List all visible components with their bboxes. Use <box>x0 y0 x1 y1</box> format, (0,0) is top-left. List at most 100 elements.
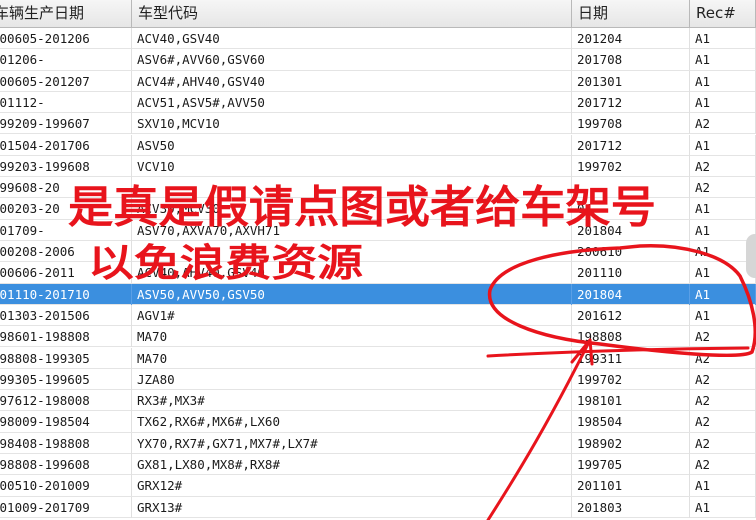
cell-model-code: ACV30,MCV30 <box>132 198 572 220</box>
cell-production-date: 198601-198808 <box>0 326 132 348</box>
cell-date: 198808 <box>572 326 690 348</box>
cell-production-date: 201303-201506 <box>0 304 132 326</box>
cell-model-code: GRX12# <box>132 475 572 497</box>
cell-model-code: MA70 <box>132 326 572 348</box>
column-header-model-code[interactable]: 车型代码 <box>132 0 572 27</box>
cell-model-code: SXV10,MCV10 <box>132 113 572 135</box>
cell-model-code: AGV1# <box>132 304 572 326</box>
cell-model-code: VCV10 <box>132 155 572 177</box>
table-row[interactable]: 197612-198008 RX3#,MX3# 198101 A2 <box>0 390 756 412</box>
cell-production-date: 198408-198808 <box>0 432 132 454</box>
cell-date: 198101 <box>572 390 690 412</box>
cell-rec: A1 <box>690 475 756 497</box>
cell-date <box>572 177 690 199</box>
table-row[interactable]: 200203-20ACV30,MCV3004A1 <box>0 198 756 220</box>
cell-rec: A2 <box>690 326 756 348</box>
cell-production-date: 200510-201009 <box>0 475 132 497</box>
cell-model-code: YX70,RX7#,GX71,MX7#,LX7# <box>132 432 572 454</box>
cell-production-date: 198808-199305 <box>0 347 132 369</box>
table-row[interactable]: 201504-201706 ASV50 201712 A1 <box>0 134 756 156</box>
table-row[interactable]: 200510-201009 GRX12# 201101 A1 <box>0 475 756 497</box>
cell-date: 201101 <box>572 475 690 497</box>
cell-production-date: 200606-2011 <box>0 262 132 284</box>
cell-production-date: 200208-2006 <box>0 241 132 262</box>
scrollbar-thumb[interactable] <box>746 234 756 278</box>
cell-rec: A1 <box>690 219 756 241</box>
cell-rec: A1 <box>690 496 756 518</box>
table-row[interactable]: 199608-20 A2 <box>0 177 756 199</box>
cell-production-date: 201709- <box>0 219 132 241</box>
table-row[interactable]: 198808-199608 GX81,LX80,MX8#,RX8# 199705 A2 <box>0 454 756 476</box>
cell-production-date: 199209-199607 <box>0 113 132 135</box>
cell-production-date: 201110-201710 <box>0 283 132 305</box>
cell-date: 201110 <box>572 262 690 284</box>
cell-production-date: 200203-20 <box>0 198 132 220</box>
table-row[interactable]: 201709-ASV70,AXVA70,AXVH71201804A1 <box>0 219 756 241</box>
cell-production-date: 199305-199605 <box>0 368 132 390</box>
cell-model-code: ACV40,AHV40,GSV40 <box>132 262 572 284</box>
table-row[interactable]: 201009-201709 GRX13# 201803 A1 <box>0 496 756 518</box>
cell-rec: A2 <box>690 432 756 454</box>
column-header-rec[interactable]: Rec# <box>690 0 756 27</box>
cell-date: 198504 <box>572 411 690 433</box>
column-header-production-date[interactable]: 车辆生产日期 <box>0 0 132 27</box>
table-row-selected[interactable]: 201110-201710 ASV50,AVV50,GSV50 201804 A1 <box>0 283 756 305</box>
cell-model-code: TX62,RX6#,MX6#,LX60 <box>132 411 572 433</box>
table-row[interactable]: 199203-199608 VCV10 199702 A2 <box>0 155 756 178</box>
table-row[interactable]: 201206-ASV6#,AVV60,GSV60201708A1 <box>0 49 756 71</box>
cell-production-date: 198808-199608 <box>0 454 132 475</box>
cell-date: 198902 <box>572 432 690 454</box>
cell-production-date: 198009-198504 <box>0 411 132 433</box>
cell-date: 200610 <box>572 241 690 262</box>
cell-rec: A2 <box>690 411 756 433</box>
cell-date: 199708 <box>572 113 690 135</box>
cell-date: 201301 <box>572 70 690 92</box>
cell-model-code <box>132 241 572 262</box>
cell-rec: A2 <box>690 347 756 369</box>
cell-date: 201712 <box>572 134 690 156</box>
cell-date: 199311 <box>572 347 690 369</box>
cell-production-date: 199608-20 <box>0 177 132 199</box>
table-row[interactable]: 201303-201506 AGV1# 201612 A1 <box>0 304 756 327</box>
cell-date: 199702 <box>572 368 690 390</box>
cell-date: 201708 <box>572 49 690 71</box>
cell-rec: A2 <box>690 454 756 475</box>
table-row[interactable]: 199209-199607 SXV10,MCV10 199708 A2 <box>0 113 756 135</box>
table-row[interactable]: 198601-198808 MA70 198808 A2 <box>0 326 756 348</box>
cell-rec: A1 <box>690 304 756 326</box>
cell-production-date: 201504-201706 <box>0 134 132 156</box>
cell-production-date: 201009-201709 <box>0 496 132 518</box>
cell-date: 201803 <box>572 496 690 518</box>
cell-rec: A1 <box>690 134 756 156</box>
cell-model-code: ASV6#,AVV60,GSV60 <box>132 49 572 71</box>
table-row[interactable]: 199305-199605 JZA80 199702 A2 <box>0 368 756 391</box>
table-row[interactable]: 198808-199305 MA70 199311 A2 <box>0 347 756 369</box>
cell-model-code: ASV50,AVV50,GSV50 <box>132 283 572 305</box>
cell-production-date: 199203-199608 <box>0 155 132 177</box>
cell-date: 199702 <box>572 155 690 177</box>
cell-model-code: GRX13# <box>132 496 572 518</box>
cell-production-date: 201206- <box>0 49 132 71</box>
cell-model-code: JZA80 <box>132 368 572 390</box>
table-row[interactable]: 200208-2006 200610 A1 <box>0 241 756 263</box>
cell-date: 199705 <box>572 454 690 475</box>
cell-rec: A2 <box>690 113 756 135</box>
cell-rec: A1 <box>690 49 756 71</box>
cell-model-code: RX3#,MX3# <box>132 390 572 412</box>
cell-model-code: ACV40,GSV40 <box>132 28 572 49</box>
cell-model-code: ACV51,ASV5#,AVV50 <box>132 91 572 113</box>
cell-model-code: MA70 <box>132 347 572 369</box>
column-header-date[interactable]: 日期 <box>572 0 690 27</box>
table-row[interactable]: 201112-ACV51,ASV5#,AVV50201712A1 <box>0 91 756 114</box>
table-row[interactable]: 200605-201207 ACV4#,AHV40,GSV40 201301 A1 <box>0 70 756 92</box>
table-row[interactable]: 198408-198808 YX70,RX7#,GX71,MX7#,LX7# 198… <box>0 432 756 454</box>
table-row[interactable]: 200606-2011 ACV40,AHV40,GSV40 201110 A1 <box>0 262 756 284</box>
cell-date: 04 <box>572 198 690 220</box>
table-row[interactable]: 200605-201206 ACV40,GSV40 201204 A1 <box>0 28 756 50</box>
table-row[interactable]: 198009-198504 TX62,RX6#,MX6#,LX60 198504 A2 <box>0 411 756 433</box>
cell-rec: A2 <box>690 177 756 199</box>
cell-date: 201804 <box>572 283 690 305</box>
cell-date: 201612 <box>572 304 690 326</box>
cell-rec: A1 <box>690 28 756 49</box>
cell-rec: A1 <box>690 70 756 92</box>
